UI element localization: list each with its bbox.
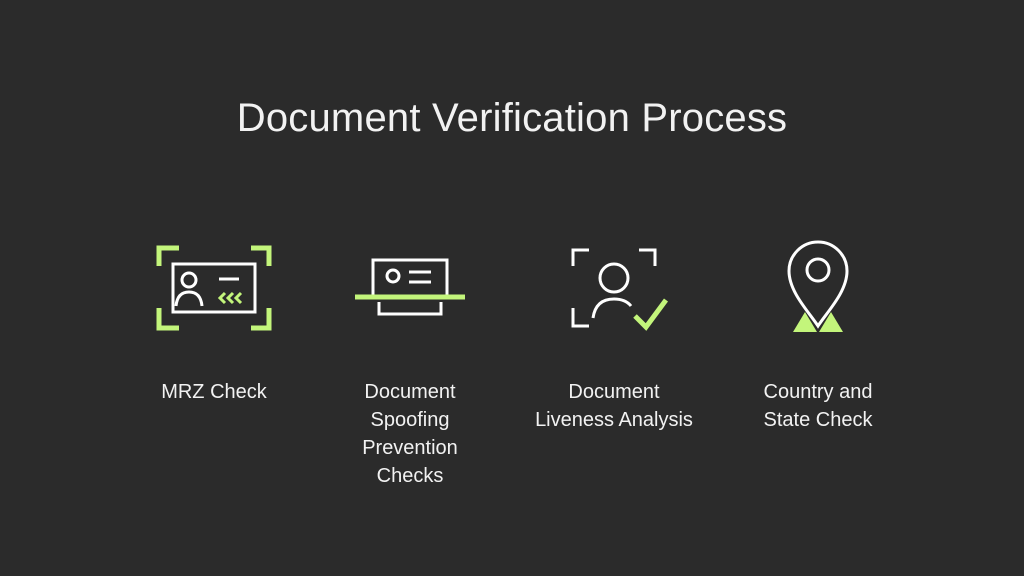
step-liveness-analysis: Document Liveness Analysis — [534, 236, 694, 434]
page-title: Document Verification Process — [236, 96, 788, 140]
id-card-scan-icon — [156, 245, 272, 331]
step-label: Document Liveness Analysis — [535, 381, 693, 431]
step-label: Country and State Check — [763, 381, 873, 431]
face-verified-icon — [571, 248, 669, 331]
step-mrz-check: MRZ Check — [134, 236, 294, 406]
map-pin-icon — [787, 240, 849, 332]
document-scanner-icon — [355, 258, 465, 316]
step-label: MRZ Check — [161, 381, 267, 403]
step-country-state-check: Country and State Check — [738, 236, 898, 434]
step-label: Document Spoofing Prevention Checks — [362, 381, 458, 487]
step-spoofing-prevention: Document Spoofing Prevention Checks — [330, 236, 490, 490]
